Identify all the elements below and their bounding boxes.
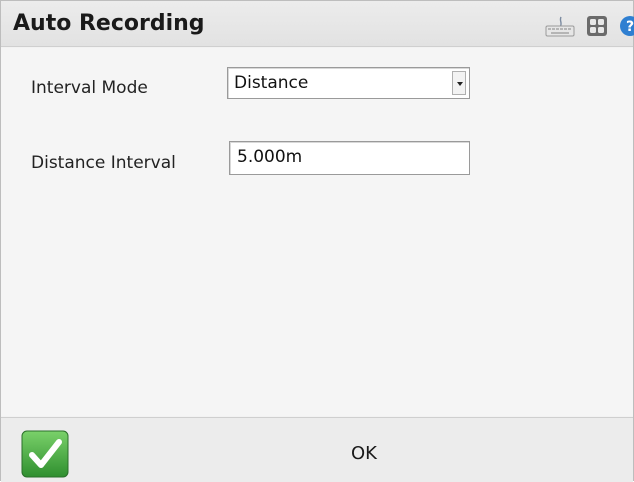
chevron-down-icon[interactable]: [452, 71, 466, 95]
window-title: Auto Recording: [13, 11, 205, 36]
keyboard-icon[interactable]: [545, 15, 575, 37]
auto-recording-window: Auto Recording ? Interval Mode Distance …: [0, 0, 634, 482]
grid-icon[interactable]: [586, 15, 608, 37]
help-icon[interactable]: ?: [619, 15, 634, 37]
distance-interval-label: Distance Interval: [31, 153, 176, 173]
accept-check-icon[interactable]: [21, 430, 69, 478]
ok-button[interactable]: OK: [319, 440, 409, 466]
svg-text:?: ?: [626, 19, 634, 35]
title-bar: Auto Recording ?: [1, 1, 634, 47]
footer-bar: OK: [1, 417, 633, 482]
distance-interval-field[interactable]: 5.000m: [229, 141, 470, 175]
interval-mode-select[interactable]: Distance: [227, 67, 470, 99]
interval-mode-label: Interval Mode: [31, 78, 148, 98]
form-area: Interval Mode Distance Distance Interval…: [1, 48, 633, 416]
interval-mode-value: Distance: [234, 73, 309, 93]
